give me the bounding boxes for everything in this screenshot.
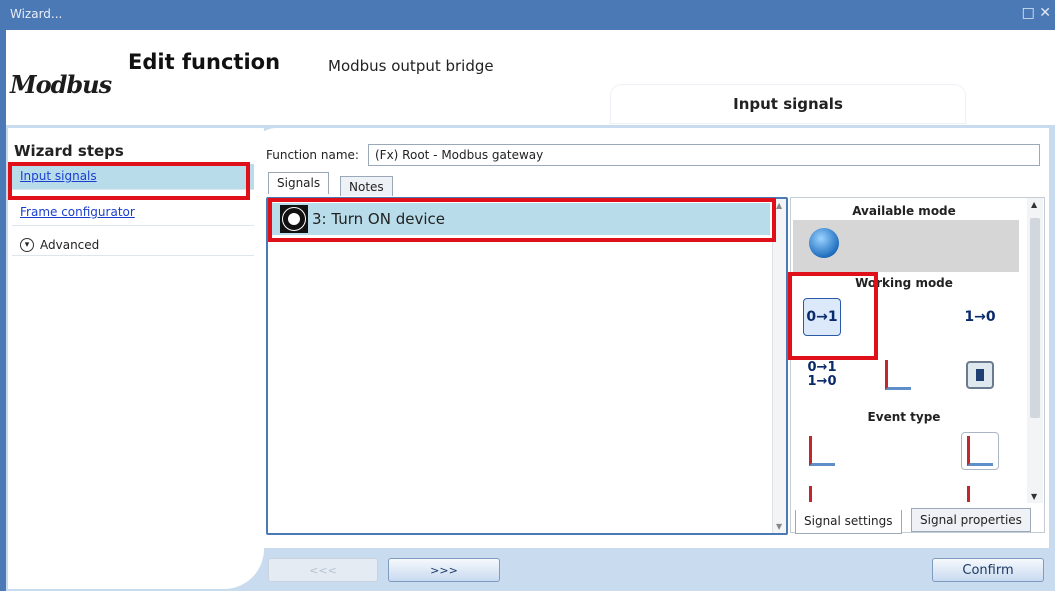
tab-signal-settings[interactable]: Signal settings	[795, 510, 902, 534]
event-type-rising[interactable]	[803, 432, 841, 470]
wizard-sidebar: Wizard steps Input signals Frame configu…	[8, 128, 264, 589]
sidebar-item-input-signals[interactable]: Input signals	[12, 164, 254, 190]
wizard-steps-title: Wizard steps	[14, 142, 124, 160]
available-mode-button[interactable]	[805, 224, 843, 262]
event-type-falling[interactable]	[961, 432, 999, 470]
available-mode-title: Available mode	[852, 204, 956, 218]
window-title: Wizard...	[10, 7, 63, 21]
main-content: Function name: (Fx) Root - Modbus gatewa…	[254, 128, 1049, 548]
scroll-up-icon[interactable]: ▲	[776, 201, 782, 210]
pulse-icon	[967, 486, 993, 502]
sidebar-item-frame-configurator[interactable]: Frame configurator	[12, 200, 254, 226]
pulse-icon	[809, 436, 835, 466]
current-step-label: Input signals	[733, 95, 843, 113]
switch-icon	[966, 361, 994, 389]
working-mode-title: Working mode	[855, 276, 953, 290]
function-name-label: Function name:	[266, 148, 359, 162]
window-controls[interactable]: □ ✕	[1022, 5, 1051, 21]
page-title: Edit function	[128, 50, 281, 74]
tab-signal-properties[interactable]: Signal properties	[911, 508, 1031, 532]
working-mode-toggle[interactable]: 0→1 1→0	[803, 356, 841, 394]
scroll-down-icon[interactable]: ▼	[1031, 492, 1037, 501]
signals-list: 3: Turn ON device ▲ ▼	[266, 197, 788, 535]
page-subtitle: Modbus output bridge	[328, 57, 494, 75]
signal-device-icon	[280, 205, 308, 233]
signals-scrollbar[interactable]: ▲ ▼	[772, 199, 786, 533]
chevron-down-icon[interactable]: ▾	[20, 238, 34, 252]
working-mode-switch[interactable]	[961, 356, 999, 394]
sidebar-item-advanced[interactable]: ▾ Advanced	[12, 230, 254, 256]
sidebar-item-label[interactable]: Frame configurator	[20, 205, 135, 219]
list-item[interactable]: 3: Turn ON device	[270, 203, 770, 235]
scroll-down-icon[interactable]: ▼	[776, 522, 782, 531]
sidebar-item-label[interactable]: Input signals	[20, 169, 97, 183]
signal-label: 3: Turn ON device	[312, 210, 446, 228]
previous-button[interactable]: <<<	[268, 558, 378, 582]
sidebar-item-label: Advanced	[40, 238, 100, 252]
next-button[interactable]: >>>	[388, 558, 500, 582]
event-type-more-2[interactable]	[961, 486, 999, 502]
scroll-up-icon[interactable]: ▲	[1031, 200, 1037, 209]
tab-notes[interactable]: Notes	[340, 176, 393, 196]
working-mode-pulse[interactable]	[879, 356, 917, 394]
scroll-thumb[interactable]	[1030, 218, 1040, 418]
event-type-title: Event type	[867, 410, 941, 424]
pulse-icon	[809, 486, 835, 502]
working-mode-1-0[interactable]: 1→0	[961, 298, 999, 336]
function-name-input[interactable]: (Fx) Root - Modbus gateway	[368, 144, 1040, 166]
current-step-header: Input signals	[610, 84, 966, 124]
pulse-icon	[967, 436, 993, 466]
window-titlebar: Wizard... □ ✕	[0, 0, 1055, 30]
working-mode-0-1[interactable]: 0→1	[803, 298, 841, 336]
push-button-icon	[809, 228, 839, 258]
tab-signals[interactable]: Signals	[268, 172, 330, 194]
event-type-more-1[interactable]	[803, 486, 841, 502]
pulse-icon	[885, 360, 911, 390]
mode-panel: Available mode Working mode 0→1 1→0 0→1 …	[790, 197, 1045, 534]
mode-scrollbar[interactable]: ▲ ▼	[1027, 198, 1043, 503]
confirm-button[interactable]: Confirm	[932, 558, 1044, 582]
modbus-logo: Modbus	[10, 70, 112, 99]
